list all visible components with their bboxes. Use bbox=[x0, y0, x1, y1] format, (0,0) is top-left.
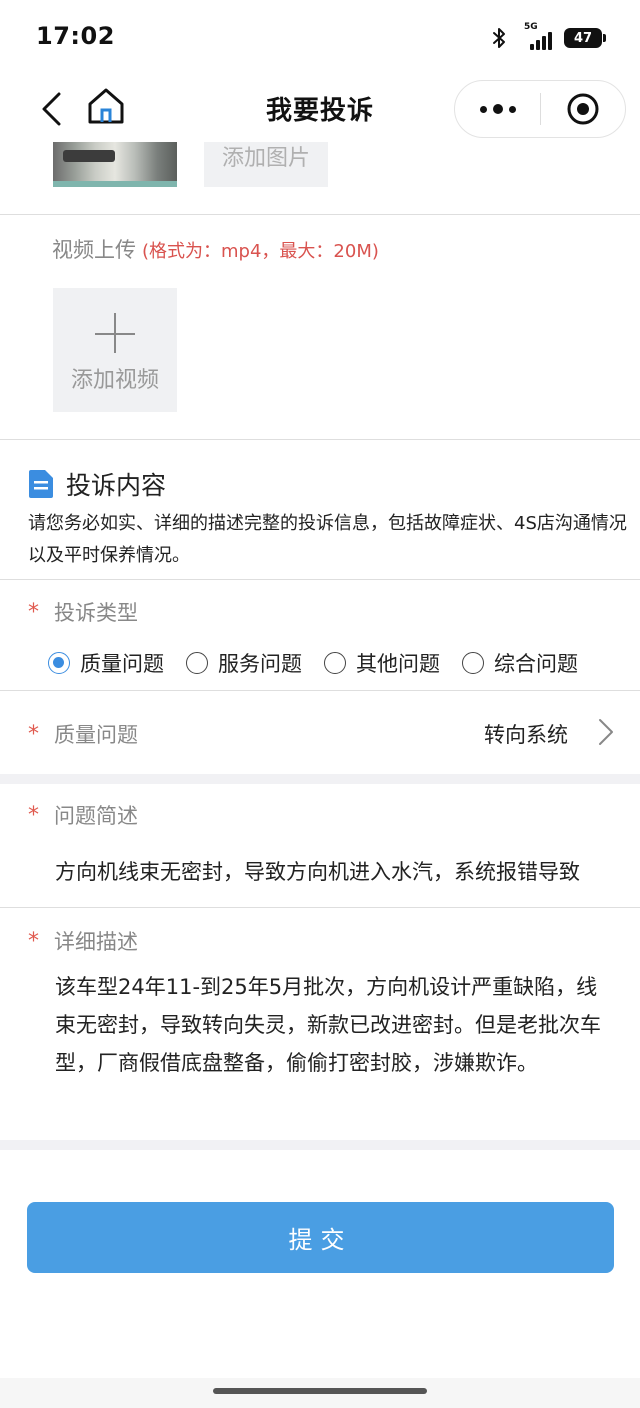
radio-option-label: 综合问题 bbox=[494, 652, 578, 676]
radio-unchecked-icon bbox=[462, 652, 484, 674]
detail-description-textarea[interactable]: 该车型24年11-到25年5月批次，方向机设计严重缺陷，线束无密封，导致转向失灵… bbox=[55, 968, 615, 1082]
quality-problem-label: * 质量问题 bbox=[28, 719, 138, 749]
status-icons: 5G 47 bbox=[490, 22, 606, 50]
quality-problem-select[interactable]: 转向系统 bbox=[484, 719, 568, 749]
video-upload-title: 视频上传 bbox=[52, 238, 136, 262]
add-video-button[interactable]: 添加视频 bbox=[53, 288, 177, 412]
required-mark: * bbox=[28, 802, 39, 828]
complaint-section-header: 投诉内容 bbox=[28, 466, 166, 502]
image-upload-row: 添加图片 bbox=[0, 142, 640, 214]
radio-unchecked-icon bbox=[186, 652, 208, 674]
radio-unchecked-icon bbox=[324, 652, 346, 674]
complaint-section-description: 请您务必如实、详细的描述完整的投诉信息，包括故障症状、4S店沟通情况以及平时保养… bbox=[28, 513, 627, 566]
divider bbox=[0, 579, 640, 580]
battery-level: 47 bbox=[573, 30, 593, 46]
detail-description-label: * 详细描述 bbox=[28, 926, 138, 956]
nav-bar: 我要投诉 bbox=[0, 76, 640, 142]
battery-icon: 47 bbox=[564, 28, 606, 48]
radio-option-other[interactable]: 其他问题 bbox=[324, 648, 440, 678]
divider bbox=[0, 907, 640, 908]
quality-problem-label-text: 质量问题 bbox=[54, 723, 138, 747]
more-dots-icon bbox=[479, 105, 487, 113]
document-icon bbox=[29, 470, 53, 498]
required-mark: * bbox=[28, 928, 39, 954]
network-type: 5G bbox=[524, 22, 538, 32]
video-upload-hint: (格式为：mp4，最大：20M) bbox=[142, 241, 379, 262]
complaint-section-title: 投诉内容 bbox=[66, 471, 167, 500]
complaint-type-label-text: 投诉类型 bbox=[54, 601, 138, 625]
required-mark: * bbox=[28, 599, 39, 625]
radio-option-comprehensive[interactable]: 综合问题 bbox=[462, 648, 578, 678]
problem-summary-label: * 问题简述 bbox=[28, 800, 138, 830]
target-icon bbox=[567, 93, 599, 125]
radio-option-label: 其他问题 bbox=[356, 652, 440, 676]
chevron-right-icon[interactable] bbox=[598, 718, 614, 746]
bluetooth-icon bbox=[493, 28, 505, 48]
radio-option-label: 质量问题 bbox=[80, 652, 164, 676]
section-gap bbox=[0, 774, 640, 784]
add-image-label: 添加图片 bbox=[221, 146, 310, 171]
add-image-button[interactable]: 添加图片 bbox=[204, 142, 328, 187]
status-bar: 17:02 5G 47 bbox=[0, 0, 640, 76]
more-button[interactable] bbox=[455, 81, 540, 137]
submit-button[interactable]: 提交 bbox=[27, 1202, 614, 1273]
close-mini-program-button[interactable] bbox=[541, 81, 625, 137]
section-gap bbox=[0, 1140, 640, 1150]
radio-checked-icon bbox=[48, 652, 70, 674]
mini-program-capsule bbox=[454, 80, 626, 138]
add-video-label: 添加视频 bbox=[70, 368, 159, 393]
radio-option-quality[interactable]: 质量问题 bbox=[48, 648, 164, 678]
divider bbox=[0, 439, 640, 440]
complaint-type-radio-group: 质量问题 服务问题 其他问题 综合问题 bbox=[48, 648, 578, 678]
video-upload-label: 视频上传 (格式为：mp4，最大：20M) bbox=[52, 234, 379, 264]
cellular-signal-icon: 5G bbox=[516, 22, 556, 50]
required-mark: * bbox=[28, 721, 39, 747]
detail-description-label-text: 详细描述 bbox=[54, 930, 138, 954]
uploaded-image-thumbnail[interactable] bbox=[53, 142, 177, 187]
divider bbox=[0, 690, 640, 691]
status-time: 17:02 bbox=[36, 22, 115, 50]
radio-option-service[interactable]: 服务问题 bbox=[186, 648, 302, 678]
problem-summary-label-text: 问题简述 bbox=[54, 804, 138, 828]
complaint-type-label: * 投诉类型 bbox=[28, 597, 138, 627]
problem-summary-input[interactable]: 方向机线束无密封，导致方向机进入水汽，系统报错导致 bbox=[55, 856, 615, 886]
divider bbox=[0, 214, 640, 215]
submit-button-label: 提交 bbox=[288, 1226, 353, 1254]
radio-option-label: 服务问题 bbox=[218, 652, 302, 676]
home-indicator[interactable] bbox=[213, 1388, 427, 1394]
